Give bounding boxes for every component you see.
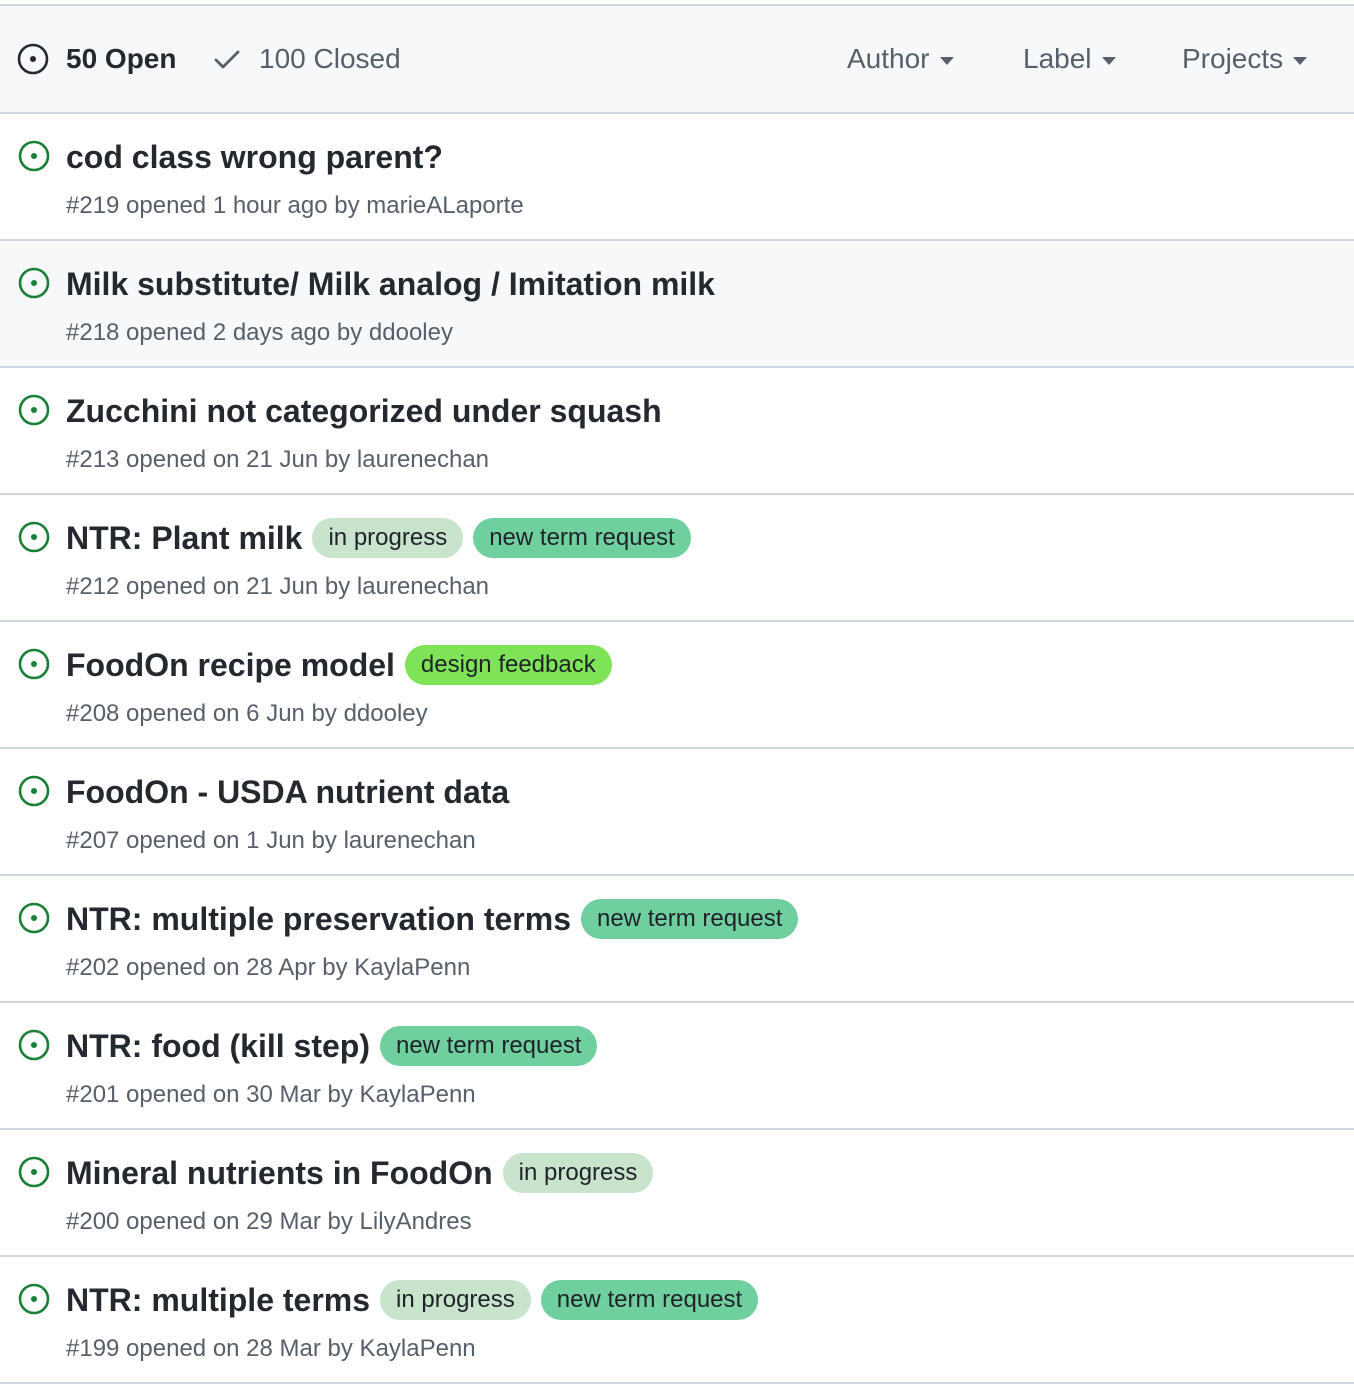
issue-opened-icon xyxy=(17,139,51,173)
issue-opened-icon xyxy=(16,42,50,76)
issue-opened-icon xyxy=(17,1282,51,1316)
issue-title-link[interactable]: FoodOn - USDA nutrient data xyxy=(66,774,509,811)
issue-label[interactable]: new term request xyxy=(473,518,691,558)
caret-down-icon xyxy=(1293,57,1308,65)
issue-meta: #218 opened 2 days ago by ddooley xyxy=(66,319,453,346)
issue-title-line: NTR: food (kill step) new term request xyxy=(66,1023,598,1069)
author-filter-button[interactable]: Author xyxy=(847,6,954,112)
issue-label[interactable]: design feedback xyxy=(404,645,612,685)
issue-row[interactable]: Zucchini not categorized under squash #21… xyxy=(0,368,1354,495)
open-issues-tab[interactable]: 50 Open xyxy=(16,6,176,112)
issue-title-line: NTR: multiple preservation terms new term… xyxy=(66,896,799,942)
label-filter-button[interactable]: Label xyxy=(1023,6,1116,112)
issue-label[interactable]: new term request xyxy=(581,899,799,939)
issue-opened-icon xyxy=(17,266,51,300)
issue-label[interactable]: in progress xyxy=(380,1280,531,1320)
issue-title-link[interactable]: cod class wrong parent? xyxy=(66,139,443,176)
issue-opened-icon xyxy=(17,1155,51,1189)
issue-title-line: NTR: multiple terms in progress new term r… xyxy=(66,1277,759,1323)
issue-row[interactable]: NTR: multiple preservation terms new term… xyxy=(0,876,1354,1003)
issue-title-link[interactable]: Zucchini not categorized under squash xyxy=(66,393,662,430)
projects-filter-button[interactable]: Projects xyxy=(1182,6,1308,112)
label-filter-label: Label xyxy=(1023,43,1092,74)
issue-opened-icon xyxy=(17,647,51,681)
issue-title-link[interactable]: FoodOn recipe model xyxy=(66,647,395,684)
author-filter-label: Author xyxy=(847,43,930,74)
projects-filter-label: Projects xyxy=(1182,43,1284,74)
issue-title-link[interactable]: Mineral nutrients in FoodOn xyxy=(66,1155,493,1192)
issue-meta: #207 opened on 1 Jun by laurenechan xyxy=(66,827,476,854)
issue-label[interactable]: new term request xyxy=(379,1026,598,1066)
issue-opened-icon xyxy=(17,393,51,427)
issue-opened-icon xyxy=(17,901,51,935)
issue-label[interactable]: in progress xyxy=(502,1153,654,1193)
issue-meta: #219 opened 1 hour ago by marieALaporte xyxy=(66,192,524,219)
issue-row[interactable]: FoodOn - USDA nutrient data #207 opened o… xyxy=(0,749,1354,876)
issues-list-header: 50 Open 100 Closed Author Label Projects xyxy=(0,6,1354,114)
issue-title-link[interactable]: NTR: food (kill step) xyxy=(66,1028,370,1065)
issue-label[interactable]: new term request xyxy=(540,1280,759,1320)
issue-title-line: Zucchini not categorized under squash xyxy=(66,388,662,434)
caret-down-icon xyxy=(939,57,954,65)
issue-meta: #201 opened on 30 Mar by KaylaPenn xyxy=(66,1081,476,1108)
issue-title-line: FoodOn recipe model design feedback xyxy=(66,642,612,688)
check-icon xyxy=(212,44,242,74)
issue-title-line: cod class wrong parent? xyxy=(66,134,443,180)
closed-issues-count: 100 Closed xyxy=(259,43,401,74)
issue-opened-icon xyxy=(17,520,51,554)
issue-title-link[interactable]: Milk substitute/ Milk analog / Imitation… xyxy=(66,266,715,303)
issue-label[interactable]: in progress xyxy=(312,518,464,558)
issue-title-link[interactable]: NTR: Plant milk xyxy=(66,520,302,557)
issue-meta: #208 opened on 6 Jun by ddooley xyxy=(66,700,428,727)
issue-title-line: Mineral nutrients in FoodOn in progress xyxy=(66,1150,654,1196)
issue-title-line: NTR: Plant milk in progress new term reque… xyxy=(66,515,691,561)
issues-page: 50 Open 100 Closed Author Label Projects… xyxy=(0,0,1354,1386)
issue-title-link[interactable]: NTR: multiple terms xyxy=(66,1282,370,1319)
issue-row[interactable]: Milk substitute/ Milk analog / Imitation… xyxy=(0,241,1354,368)
caret-down-icon xyxy=(1101,57,1116,65)
issue-title-line: Milk substitute/ Milk analog / Imitation… xyxy=(66,261,715,307)
issue-meta: #212 opened on 21 Jun by laurenechan xyxy=(66,573,490,600)
issue-meta: #202 opened on 28 Apr by KaylaPenn xyxy=(66,954,471,981)
issue-row[interactable]: NTR: food (kill step) new term request #20… xyxy=(0,1003,1354,1130)
issue-opened-icon xyxy=(17,1028,51,1062)
open-issues-count: 50 Open xyxy=(66,43,177,74)
issue-list: cod class wrong parent? #219 opened 1 hou… xyxy=(0,114,1354,1384)
issue-title-line: FoodOn - USDA nutrient data xyxy=(66,769,509,815)
closed-issues-tab[interactable]: 100 Closed xyxy=(212,6,401,112)
issue-row[interactable]: cod class wrong parent? #219 opened 1 hou… xyxy=(0,114,1354,241)
issue-row[interactable]: NTR: multiple terms in progress new term r… xyxy=(0,1257,1354,1384)
issue-meta: #199 opened on 28 Mar by KaylaPenn xyxy=(66,1335,476,1362)
issue-meta: #200 opened on 29 Mar by LilyAndres xyxy=(66,1208,472,1235)
issue-row[interactable]: Mineral nutrients in FoodOn in progress #2… xyxy=(0,1130,1354,1257)
issue-row[interactable]: NTR: Plant milk in progress new term reque… xyxy=(0,495,1354,622)
issue-title-link[interactable]: NTR: multiple preservation terms xyxy=(66,901,571,938)
issue-opened-icon xyxy=(17,774,51,808)
issue-meta: #213 opened on 21 Jun by laurenechan xyxy=(66,446,490,473)
issue-row[interactable]: FoodOn recipe model design feedback #208 o… xyxy=(0,622,1354,749)
